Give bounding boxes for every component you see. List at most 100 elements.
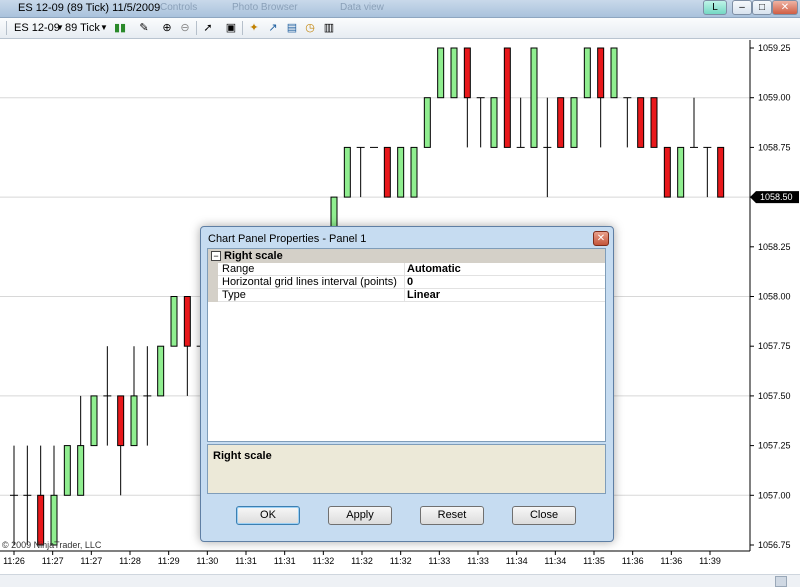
property-row-range[interactable]: Range Automatic: [208, 263, 605, 276]
candle-up: [410, 146, 418, 198]
background-tab: Photo Browser: [232, 2, 298, 13]
candle-up: [77, 445, 85, 496]
time-tick-label: 11:32: [312, 556, 334, 566]
scrollbar-thumb[interactable]: [775, 576, 787, 587]
candle-down: [597, 47, 605, 99]
description-title: Right scale: [213, 450, 272, 462]
zoom-out-icon[interactable]: ⊖: [178, 21, 192, 35]
time-axis: 11:26 11:27 11:27 11:28 11:29 11:30 11:31 11:31…: [0, 550, 750, 566]
candle-down: [637, 97, 645, 148]
indicators-icon[interactable]: ✦: [247, 21, 261, 35]
candle-down: [463, 47, 471, 99]
row-gutter: [208, 289, 218, 302]
price-tick-label: 1058.25: [758, 242, 791, 252]
price-tick-label: 1057.50: [758, 391, 791, 401]
candle-up: [450, 47, 458, 99]
property-row-type[interactable]: Type Linear: [208, 289, 605, 302]
candle-up: [343, 146, 351, 198]
candle-up: [530, 47, 538, 148]
close-window-button[interactable]: ✕: [772, 0, 798, 15]
background-tab: Controls: [160, 2, 198, 13]
property-description-panel: Right scale: [207, 444, 606, 494]
candle-down: [557, 97, 565, 148]
toolbar-separator: [242, 21, 243, 35]
time-tick-label: 11:36: [660, 556, 682, 566]
candlestick-style-icon[interactable]: ▮▮: [113, 21, 127, 35]
candle-down: [117, 395, 125, 447]
property-name: Horizontal grid lines interval (points): [222, 276, 397, 288]
candle-down: [650, 97, 658, 148]
time-tick-label: 11:28: [119, 556, 141, 566]
candle-up: [170, 296, 178, 347]
time-tick-label: 11:26: [3, 556, 25, 566]
property-value[interactable]: Automatic: [404, 263, 597, 275]
apply-button[interactable]: Apply: [328, 506, 392, 525]
zoom-in-icon[interactable]: ⊕: [160, 21, 174, 35]
time-tick-label: 11:33: [467, 556, 489, 566]
last-price-label: 1058.50: [760, 192, 793, 202]
window-title: ES 12-09 (89 Tick) 11/5/2009: [18, 2, 161, 14]
candle-down: [503, 47, 511, 148]
time-tick-label: 11:27: [80, 556, 102, 566]
dialog-title: Chart Panel Properties - Panel 1: [208, 233, 367, 245]
properties-icon[interactable]: ▣: [224, 21, 238, 35]
chart-data-icon[interactable]: ▤: [285, 21, 299, 35]
toolbar-separator: [196, 21, 197, 35]
horizontal-scrollbar[interactable]: [0, 574, 800, 587]
price-tick-label: 1059.25: [758, 43, 791, 53]
cursor-pointer-icon[interactable]: ➚: [201, 21, 215, 35]
row-gutter: [208, 263, 218, 276]
category-right-scale[interactable]: − Right scale: [208, 249, 605, 263]
candle-up: [63, 445, 71, 496]
candle-down: [717, 146, 725, 198]
data-box-icon[interactable]: ▥: [322, 21, 336, 35]
candle-down: [383, 146, 391, 198]
candle-up: [423, 97, 431, 148]
price-tick-label: 1058.75: [758, 142, 791, 152]
candle-down: [37, 494, 45, 546]
minimize-button[interactable]: –: [732, 0, 752, 15]
row-gutter: [208, 276, 218, 289]
price-tick-label: 1057.25: [758, 441, 791, 451]
candle-up: [90, 395, 98, 447]
strategies-icon[interactable]: ↗: [266, 21, 280, 35]
price-tick-label: 1057.75: [758, 341, 791, 351]
time-tick-label: 11:33: [428, 556, 450, 566]
interval-selector[interactable]: 89 Tick: [65, 21, 100, 35]
price-axis: 1059.25 1059.00 1058.75 1058.50 1058.25 1058.…: [749, 40, 799, 551]
clock-icon[interactable]: ◷: [303, 21, 317, 35]
time-tick-label: 11:39: [699, 556, 721, 566]
ok-button[interactable]: OK: [236, 506, 300, 525]
candle-down: [663, 146, 671, 198]
property-grid: − Right scale Range Automatic Horizontal…: [207, 248, 606, 442]
property-value[interactable]: 0: [404, 276, 597, 288]
price-tick-label: 1056.75: [758, 540, 791, 550]
chevron-down-icon[interactable]: ▼: [97, 21, 111, 35]
candle-up: [130, 395, 138, 447]
time-tick-label: 11:27: [42, 556, 64, 566]
chart-toolbar: ES 12-09 ▼ 89 Tick ▼ ▮▮ ✎ ⊕ ⊖ ➚ ▣ ✦ ↗ ▤ …: [0, 18, 800, 39]
candle-up: [397, 146, 405, 198]
collapse-icon[interactable]: −: [211, 251, 221, 261]
maximize-button[interactable]: □: [752, 0, 772, 15]
draw-pencil-icon[interactable]: ✎: [137, 21, 151, 35]
property-value[interactable]: Linear: [404, 289, 597, 301]
time-tick-label: 11:31: [274, 556, 296, 566]
time-tick-label: 11:31: [235, 556, 257, 566]
time-tick-label: 11:34: [544, 556, 566, 566]
category-label: Right scale: [224, 250, 283, 262]
reset-button[interactable]: Reset: [420, 506, 484, 525]
candle-up: [490, 97, 498, 148]
property-row-grid-interval[interactable]: Horizontal grid lines interval (points) …: [208, 276, 605, 289]
candle-up: [570, 97, 578, 148]
copyright-text: © 2009 NinjaTrader, LLC: [2, 540, 102, 550]
close-button[interactable]: Close: [512, 506, 576, 525]
link-button[interactable]: L: [703, 0, 727, 15]
close-icon[interactable]: ✕: [593, 231, 609, 246]
candle-down: [183, 296, 191, 347]
candle-up: [610, 47, 618, 99]
candle-up: [677, 146, 685, 198]
background-tab: Data view: [340, 2, 384, 13]
time-tick-label: 11:29: [158, 556, 180, 566]
time-tick-label: 11:30: [196, 556, 218, 566]
